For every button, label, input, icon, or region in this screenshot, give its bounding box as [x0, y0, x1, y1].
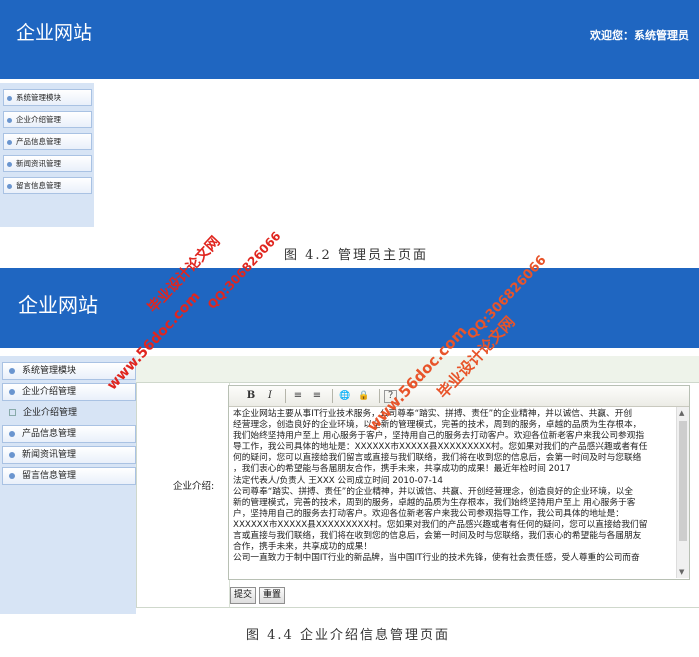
- sidebar-item-company[interactable]: 企业介绍管理: [3, 111, 92, 128]
- sidebar-item-news[interactable]: 新闻资讯管理: [2, 446, 136, 464]
- figure-caption-2: 图 4.4 企业介绍信息管理页面: [246, 628, 450, 643]
- sidebar-item-messages[interactable]: 留言信息管理: [3, 177, 92, 194]
- bullet-icon: [7, 117, 12, 123]
- sidebar-item-products[interactable]: 产品信息管理: [2, 425, 136, 443]
- sidebar-item-products[interactable]: 产品信息管理: [3, 133, 92, 150]
- scroll-up-icon[interactable]: ▲: [679, 409, 684, 417]
- rich-text-editor[interactable]: B I ≡ ≡ 🌐 🔒 ? 本企业网站主要从事IT行业技术服务，公司尊奉“踏实、…: [228, 385, 690, 580]
- sidebar-nav: 系统管理模块 企业介绍管理 产品信息管理 新闻资讯管理 留言信息管理: [3, 89, 92, 199]
- toolbar-separator: [285, 389, 286, 403]
- italic-icon[interactable]: I: [262, 388, 278, 404]
- toolbar-separator: [332, 389, 333, 403]
- bullet-icon: [7, 161, 12, 167]
- editor-line: 经营理念，创造良好的企业环境，以全新的管理模式，完善的技术，周到的服务，卓越的品…: [233, 420, 642, 431]
- sidebar-item-system[interactable]: 系统管理模块: [3, 89, 92, 106]
- tree-node-icon: [9, 409, 16, 416]
- editor-line: 合作，携手未来，共享成功的成果！: [233, 542, 372, 553]
- sidebar-subitem-company[interactable]: 企业介绍管理: [2, 404, 136, 422]
- reset-button[interactable]: 重置: [259, 587, 286, 604]
- editor-line: 导工作，我公司具体的地址是：XXXXXX市XXXXX县XXXXXXXXX村。您如…: [233, 442, 648, 453]
- bullet-icon: [9, 451, 15, 458]
- editor-line: 我们始终坚持用户至上 用心服务于客户，坚持用自己的服务去打动客户。欢迎各位新老客…: [233, 431, 645, 442]
- welcome-text: 欢迎您：系统管理员: [590, 29, 689, 42]
- sidebar-item-messages[interactable]: 留言信息管理: [2, 467, 136, 485]
- ordered-list-icon[interactable]: ≡: [290, 388, 306, 404]
- editor-line: 公司一直致力于制中国IT行业的新品牌，当中国IT行业的技术先锋，使有社会责任感，…: [233, 553, 640, 564]
- toolbar-separator: [379, 389, 380, 403]
- company-sidebar: 系统管理模块 企业介绍管理 企业介绍管理 产品信息管理 新闻资讯管理 留言信息管…: [0, 356, 136, 614]
- scroll-thumb[interactable]: [679, 421, 687, 541]
- bullet-icon: [9, 430, 15, 437]
- editor-line: 户，坚持用自己的服务去打动客户。欢迎各位新老客户来我公司参观指导工作，我公司具体…: [233, 508, 624, 519]
- editor-line: 何的疑问，您可以直接给我们留言或直接与我们联络，我们将在收到您的信息后，会第一时…: [233, 453, 642, 464]
- sidebar-item-news[interactable]: 新闻资讯管理: [3, 155, 92, 172]
- editor-scrollbar[interactable]: ▲ ▼: [676, 407, 689, 578]
- admin-sidebar: 系统管理模块 企业介绍管理 产品信息管理 新闻资讯管理 留言信息管理: [0, 83, 94, 227]
- intro-label: 企业介绍:: [173, 481, 215, 492]
- editor-line: ，我们衷心的希望能与各届朋友合作，携手未来，共享成功的成果！最近年检时间 201…: [233, 464, 571, 475]
- editor-line: 法定代表人/负责人 王XXX 公司成立时间 2010-07-14: [233, 475, 443, 486]
- editor-line: 新的管理模式，完善的技术，周到的服务，卓越的品质为生存根本，我们始终坚持用户至上…: [233, 497, 636, 508]
- link-icon[interactable]: 🌐: [337, 388, 353, 404]
- unlink-icon[interactable]: 🔒: [356, 388, 372, 404]
- editor-content[interactable]: 本企业网站主要从事IT行业技术服务，公司尊奉“踏实、拼搏、责任”的企业精神，并以…: [231, 408, 679, 578]
- submit-button[interactable]: 提交: [230, 587, 257, 604]
- admin-header: 企业网站 欢迎您：系统管理员: [0, 0, 699, 79]
- editor-line: XXXXXX市XXXXX县XXXXXXXXX村。您如果对我们的产品感兴趣或者有任…: [233, 519, 648, 530]
- site-title: 企业网站: [18, 293, 98, 317]
- editor-line: 公司尊奉“踏实、拼搏、责任”的企业精神，并以诚信、共赢、开创经营理念，创造良好的…: [233, 486, 633, 497]
- unordered-list-icon[interactable]: ≡: [309, 388, 325, 404]
- bullet-icon: [9, 388, 15, 395]
- figure-caption-1: 图 4.2 管理员主页面: [284, 248, 428, 263]
- bullet-icon: [9, 472, 15, 479]
- editor-line: 言或直接与我们联络，我们将在收到您的信息后，会第一时间及时与您联络，我们衷心的希…: [233, 531, 642, 542]
- bullet-icon: [9, 367, 15, 374]
- site-title: 企业网站: [16, 22, 93, 44]
- company-header: 企业网站: [0, 268, 699, 348]
- bullet-icon: [7, 183, 12, 189]
- scroll-down-icon[interactable]: ▼: [679, 568, 684, 576]
- bold-icon[interactable]: B: [243, 388, 259, 404]
- bullet-icon: [7, 139, 12, 145]
- editor-line: 本企业网站主要从事IT行业技术服务，公司尊奉“踏实、拼搏、责任”的企业精神，并以…: [233, 409, 633, 419]
- bullet-icon: [7, 95, 12, 101]
